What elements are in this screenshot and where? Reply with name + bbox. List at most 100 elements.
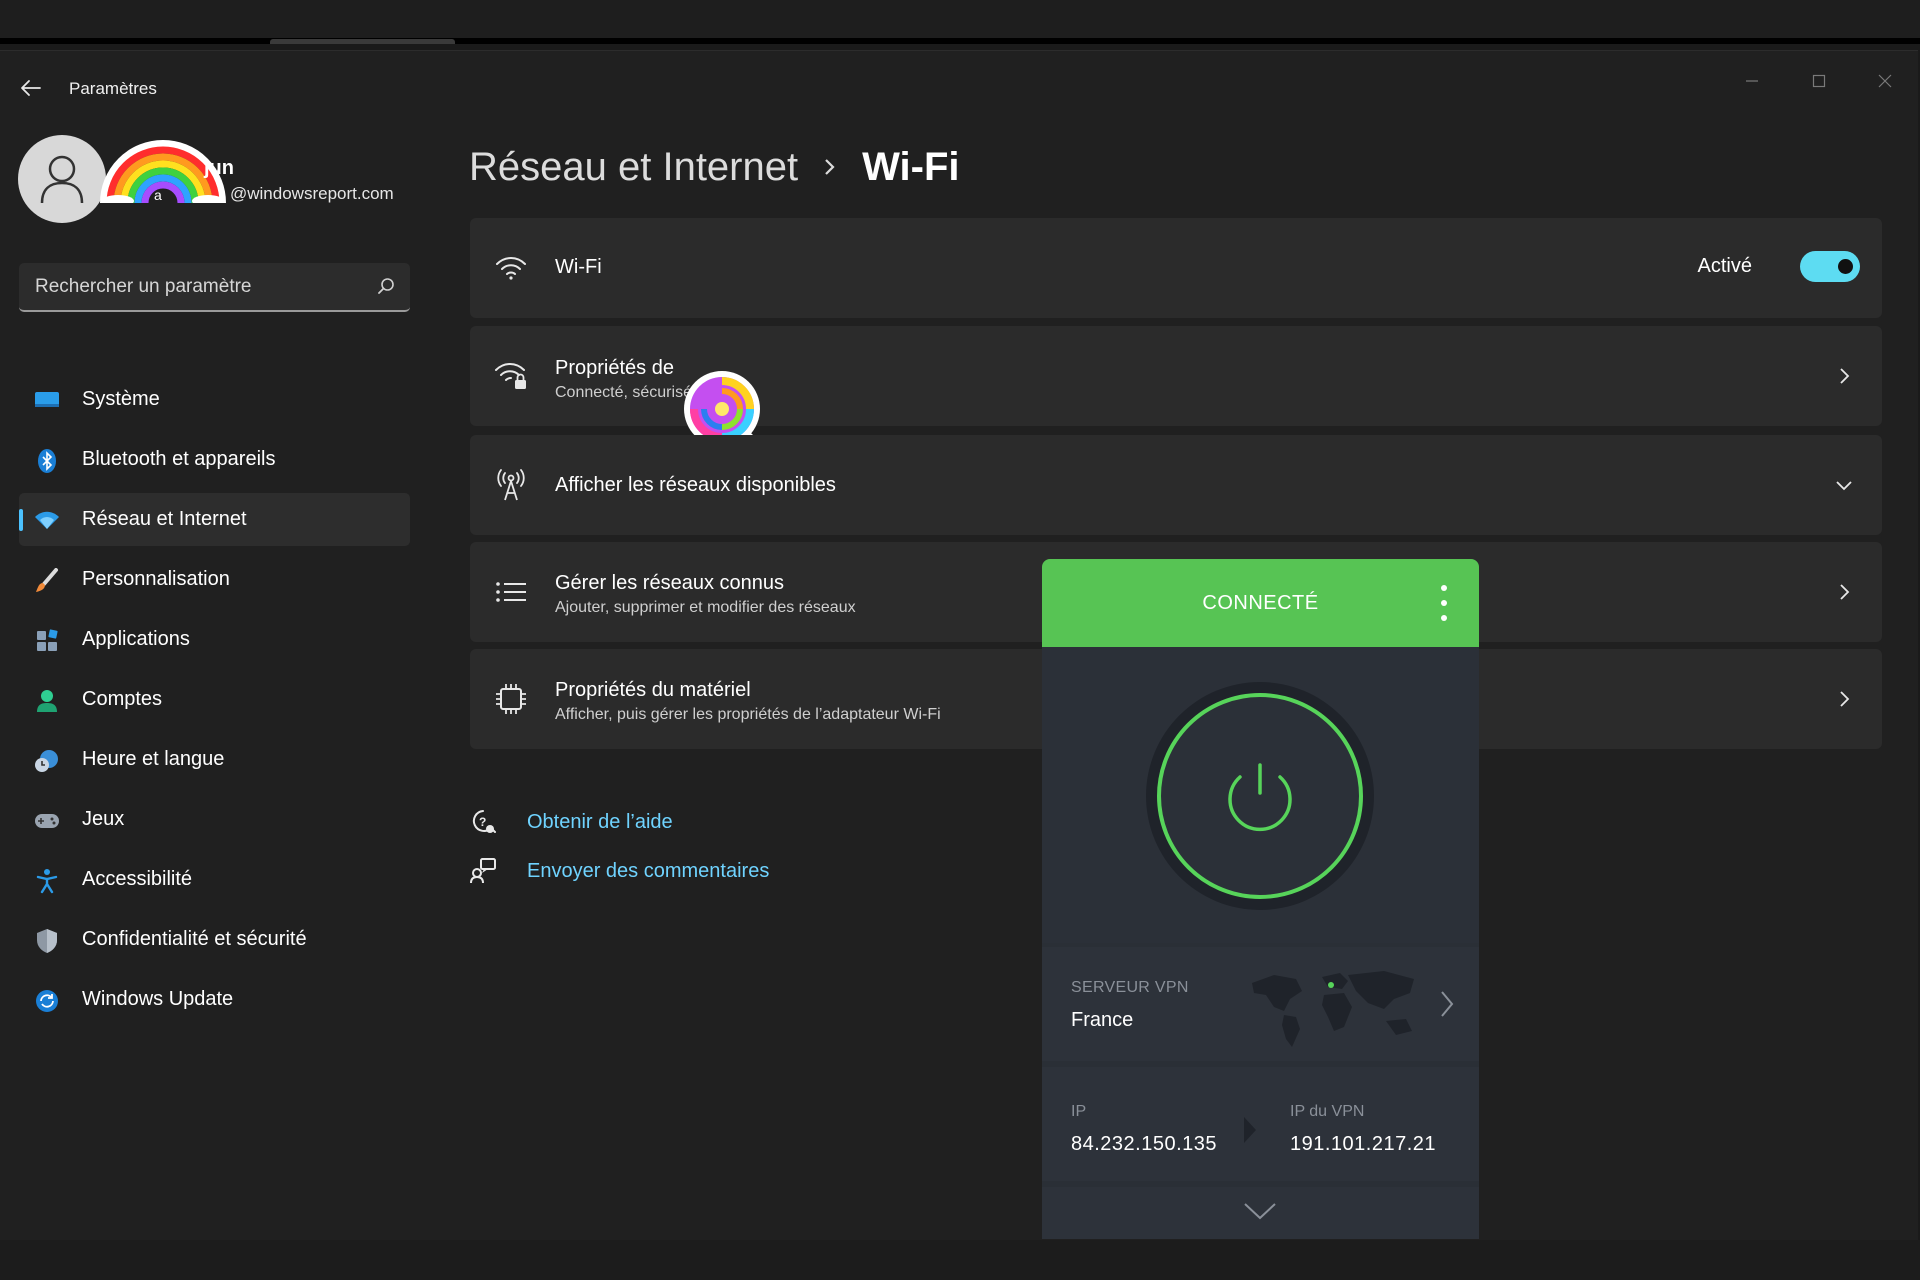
- sidebar-item-applications[interactable]: Applications: [19, 613, 410, 666]
- wifi-properties-card[interactable]: Propriétés de Connecté, sécurisé: [470, 326, 1882, 426]
- triangle-right-icon: [1244, 1117, 1256, 1143]
- chip-icon: [492, 680, 530, 718]
- email-prefix: a: [154, 187, 162, 203]
- toggle-knob: [1838, 259, 1853, 274]
- vpn-ip-label: IP du VPN: [1290, 1103, 1365, 1120]
- maximize-button[interactable]: [1790, 61, 1848, 101]
- help-link[interactable]: ? Obtenir de l’aide: [469, 807, 673, 837]
- title-bar: Paramètres: [0, 51, 1918, 127]
- sidebar-item-label: Applications: [82, 628, 190, 650]
- menu-dot-icon: [1441, 615, 1447, 621]
- feedback-link[interactable]: Envoyer des commentaires: [469, 856, 769, 886]
- available-networks-card[interactable]: Afficher les réseaux disponibles: [470, 435, 1882, 535]
- hardware-properties-title: Propriétés du matériel: [555, 679, 751, 701]
- chevron-down-icon: [1244, 1203, 1276, 1220]
- user-name: jun: [204, 157, 234, 179]
- wifi-properties-subtitle: Connecté, sécurisé: [555, 384, 692, 401]
- world-map-icon: [1252, 971, 1414, 1047]
- page-title: Wi-Fi: [862, 144, 960, 189]
- sidebar-item-label: Comptes: [82, 688, 163, 710]
- person-outline-icon: [40, 155, 84, 204]
- wifi-properties-title: Propriétés de: [555, 357, 674, 379]
- person-icon: [34, 688, 60, 714]
- wifi-toggle[interactable]: [1800, 251, 1860, 282]
- breadcrumb-separator: [822, 156, 838, 178]
- vpn-ip-info: IP 84.232.150.135 IP du VPN 191.101.217.…: [1042, 1067, 1479, 1181]
- minimize-button[interactable]: [1723, 61, 1781, 101]
- arrow-left-icon: [21, 80, 41, 96]
- sidebar-item-label: Jeux: [82, 808, 125, 830]
- sidebar-nav: Système Bluetooth et appareils Réseau et…: [19, 373, 410, 1033]
- sidebar-item-label: Accessibilité: [82, 868, 193, 890]
- apps-icon: [34, 628, 60, 654]
- sidebar-item-label: Confidentialité et sécurité: [82, 928, 307, 950]
- sidebar-item-personnalisation[interactable]: Personnalisation: [19, 553, 410, 606]
- vpn-server-selector[interactable]: SERVEUR VPN France: [1042, 947, 1479, 1061]
- menu-dot-icon: [1441, 600, 1447, 606]
- sidebar-item-comptes[interactable]: Comptes: [19, 673, 410, 726]
- sidebar-item-systeme[interactable]: Système: [19, 373, 410, 426]
- known-networks-title: Gérer les réseaux connus: [555, 572, 785, 594]
- antenna-icon: [492, 466, 530, 504]
- shield-icon: [34, 928, 60, 954]
- sidebar-item-heure[interactable]: Heure et langue: [19, 733, 410, 786]
- search-input[interactable]: [35, 263, 355, 310]
- user-email: @windowsreport.com: [230, 184, 394, 203]
- vpn-menu-button[interactable]: [1439, 585, 1449, 621]
- close-button[interactable]: [1856, 61, 1914, 101]
- help-icon: ?: [469, 808, 497, 836]
- sidebar-item-label: Windows Update: [82, 988, 234, 1010]
- close-icon: [1878, 74, 1892, 88]
- feedback-link-label[interactable]: Envoyer des commentaires: [527, 860, 769, 883]
- sidebar-item-label: Bluetooth et appareils: [82, 448, 276, 470]
- help-link-label[interactable]: Obtenir de l’aide: [527, 811, 673, 834]
- accessibility-icon: [34, 868, 60, 894]
- breadcrumb: Réseau et Internet Wi-Fi: [469, 137, 960, 197]
- ip-label: IP: [1071, 1103, 1087, 1120]
- sidebar-item-bluetooth[interactable]: Bluetooth et appareils: [19, 433, 410, 486]
- vpn-panel: CONNECTÉ SERVEUR VPN France IP 84.232.15…: [1042, 559, 1479, 1239]
- maximize-icon: [1812, 74, 1826, 88]
- feedback-icon: [469, 857, 497, 885]
- sidebar-item-label: Système: [82, 388, 160, 410]
- sidebar-item-confidentialite[interactable]: Confidentialité et sécurité: [19, 913, 410, 966]
- menu-dot-icon: [1441, 585, 1447, 591]
- vpn-server-value: France: [1071, 1009, 1134, 1031]
- wifi-icon: [34, 508, 60, 534]
- sidebar-item-windows-update[interactable]: Windows Update: [19, 973, 410, 1026]
- list-icon: [492, 573, 530, 611]
- vpn-ip-value: 191.101.217.21: [1290, 1133, 1437, 1155]
- vpn-power-area: [1042, 647, 1479, 943]
- hardware-properties-subtitle: Afficher, puis gérer les propriétés de l…: [555, 706, 941, 723]
- wifi-icon: [492, 249, 530, 287]
- minimize-icon: [1746, 80, 1758, 82]
- sidebar-item-reseau[interactable]: Réseau et Internet: [19, 493, 410, 546]
- tab-highlight: [270, 39, 455, 44]
- sidebar-item-jeux[interactable]: Jeux: [19, 793, 410, 846]
- chevron-right-icon: [1834, 689, 1854, 709]
- avatar[interactable]: [18, 135, 106, 223]
- chevron-right-icon: [1441, 991, 1454, 1017]
- sidebar-item-label: Heure et langue: [82, 748, 225, 770]
- bottom-background: [0, 1240, 1920, 1280]
- known-networks-subtitle: Ajouter, supprimer et modifier des résea…: [555, 599, 856, 616]
- available-networks-title: Afficher les réseaux disponibles: [555, 474, 836, 496]
- search-icon[interactable]: [376, 276, 396, 296]
- power-button[interactable]: [1145, 681, 1375, 911]
- back-button[interactable]: [16, 73, 46, 103]
- breadcrumb-parent[interactable]: Réseau et Internet: [469, 145, 798, 190]
- settings-window: Paramètres a jun @windowsreport.com Rech…: [0, 50, 1918, 1240]
- chevron-right-icon: [1834, 582, 1854, 602]
- vpn-status-label: CONNECTÉ: [1202, 591, 1319, 614]
- app-title: Paramètres: [69, 79, 157, 98]
- monitor-icon: [34, 388, 60, 414]
- sidebar-item-accessibilite[interactable]: Accessibilité: [19, 853, 410, 906]
- vpn-expand-button[interactable]: [1042, 1187, 1479, 1239]
- wifi-lock-icon: [492, 357, 530, 395]
- search-box: [19, 263, 410, 312]
- top-background: [0, 0, 1920, 44]
- ip-value: 84.232.150.135: [1071, 1133, 1218, 1155]
- wifi-toggle-label: Activé: [1697, 255, 1752, 277]
- gamepad-icon: [34, 808, 60, 834]
- chevron-down-icon: [1834, 475, 1854, 495]
